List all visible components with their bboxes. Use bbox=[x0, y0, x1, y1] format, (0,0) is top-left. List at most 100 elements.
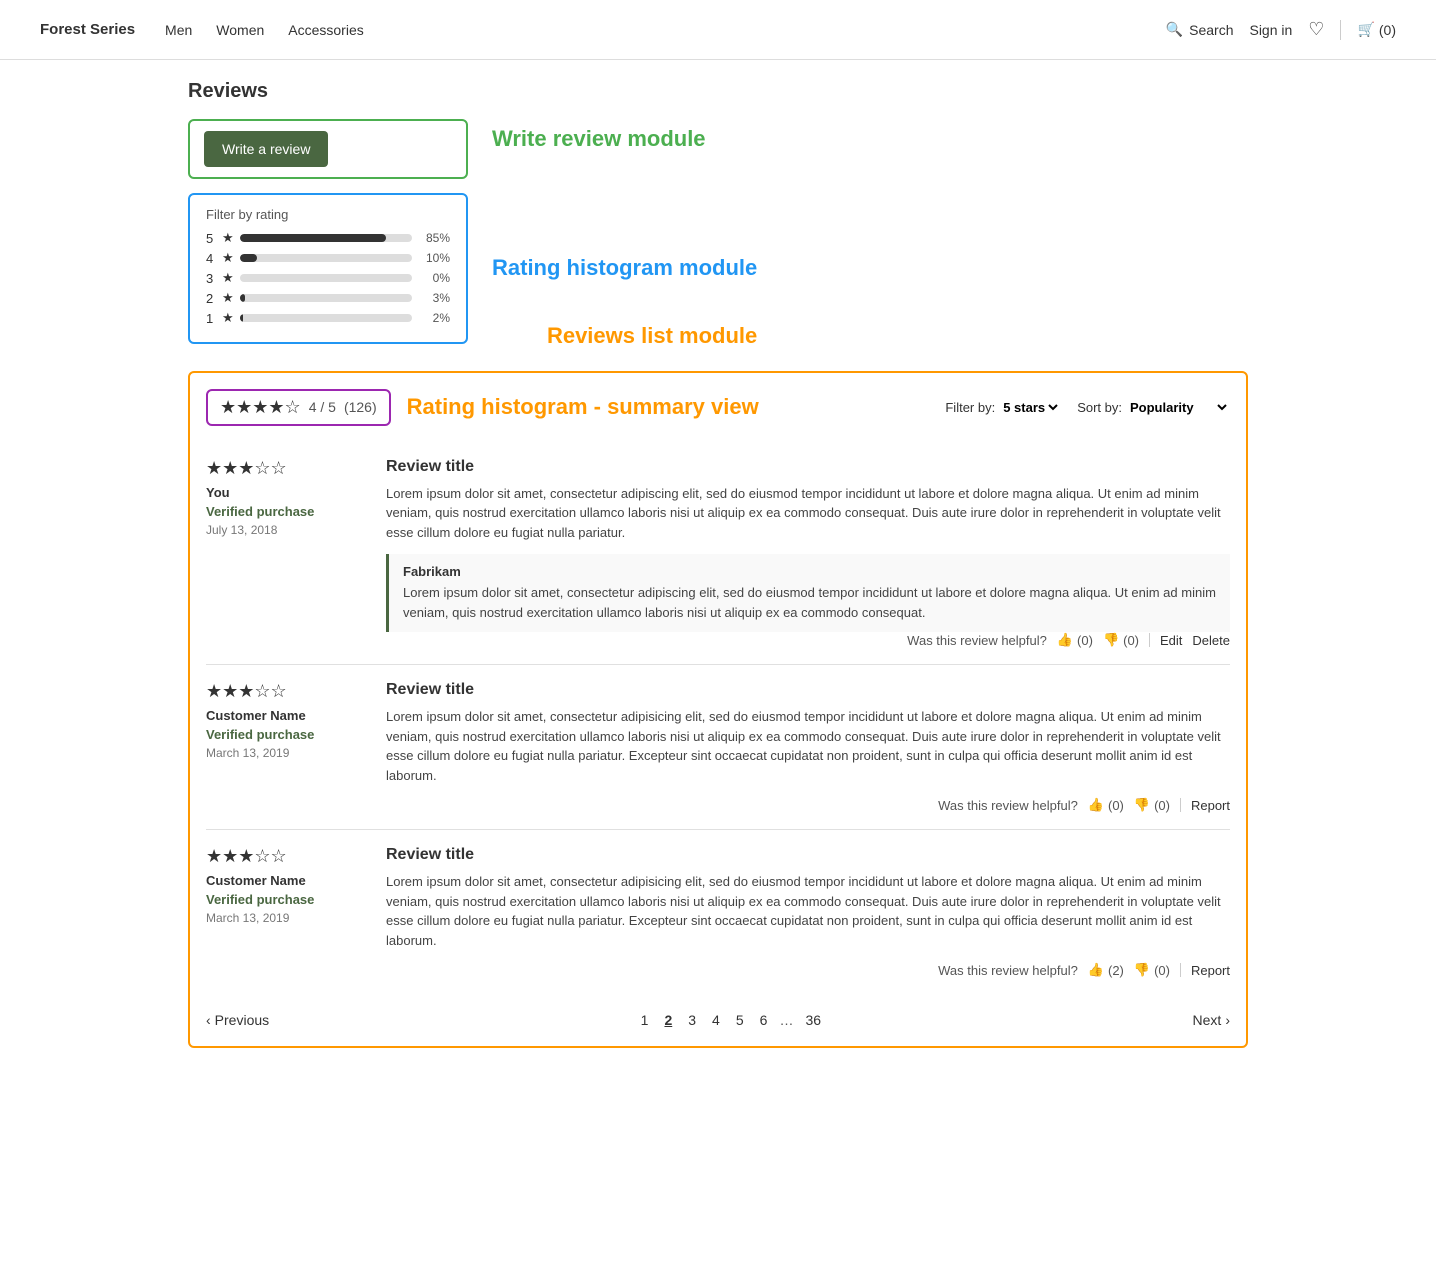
write-review-module: Write a review bbox=[188, 119, 468, 179]
search-label: Search bbox=[1189, 22, 1233, 38]
review-author: Customer Name bbox=[206, 708, 366, 723]
histogram-bar-fill bbox=[240, 294, 245, 302]
nav-right: 🔍 Search Sign in ♡ 🛒 (0) bbox=[1166, 19, 1396, 40]
response-author: Fabrikam bbox=[403, 564, 1216, 579]
navigation: Forest Series Men Women Accessories 🔍 Se… bbox=[0, 0, 1436, 60]
histogram-bar-bg bbox=[240, 314, 412, 322]
thumbs-up-count: (2) bbox=[1108, 963, 1124, 978]
summary-score: 4 / 5 bbox=[309, 399, 336, 415]
thumbs-down-button[interactable]: 👎 (0) bbox=[1134, 962, 1170, 978]
reviews-list-module-label: Reviews list module bbox=[492, 322, 757, 351]
summary-view-label: Rating histogram - summary view bbox=[407, 394, 759, 420]
filter-by-item: Filter by: 5 stars 4 stars 3 stars 2 sta… bbox=[945, 399, 1061, 416]
review-author: Customer Name bbox=[206, 873, 366, 888]
pagination-page-2[interactable]: 2 bbox=[660, 1010, 676, 1030]
cart-button[interactable]: 🛒 (0) bbox=[1357, 21, 1396, 38]
thumbs-down-count: (0) bbox=[1154, 798, 1170, 813]
summary-row: ★★★★☆ 4 / 5 (126) Rating histogram - sum… bbox=[206, 389, 1230, 426]
action-report-link[interactable]: Report bbox=[1191, 798, 1230, 813]
pagination-ellipsis: … bbox=[779, 1012, 793, 1028]
histogram-bar-bg bbox=[240, 294, 412, 302]
star-number: 2 bbox=[206, 291, 216, 306]
chevron-left-icon: ‹ bbox=[206, 1012, 211, 1028]
thumbs-up-button[interactable]: 👍 (2) bbox=[1088, 962, 1124, 978]
pagination-page-3[interactable]: 3 bbox=[684, 1010, 700, 1030]
histogram-row[interactable]: 4 ★ 10% bbox=[206, 250, 450, 266]
thumbs-up-icon: 👍 bbox=[1088, 962, 1104, 978]
histogram-row[interactable]: 5 ★ 85% bbox=[206, 230, 450, 246]
review-item: ★★★☆☆ Customer Name Verified purchase Ma… bbox=[206, 665, 1230, 830]
cart-icon: 🛒 bbox=[1357, 21, 1374, 38]
nav-divider bbox=[1340, 20, 1341, 40]
histogram-bar-bg bbox=[240, 254, 412, 262]
page-title: Reviews bbox=[188, 80, 1248, 103]
summary-count: (126) bbox=[344, 399, 377, 415]
review-verified: Verified purchase bbox=[206, 892, 366, 907]
wishlist-icon[interactable]: ♡ bbox=[1308, 19, 1324, 40]
star-icon: ★ bbox=[222, 250, 234, 266]
histogram-row[interactable]: 2 ★ 3% bbox=[206, 290, 450, 306]
pagination-next-button[interactable]: Next › bbox=[1193, 1012, 1230, 1028]
review-title: Review title bbox=[386, 846, 1230, 864]
histogram-pct: 0% bbox=[418, 271, 450, 285]
histogram-bar-fill bbox=[240, 254, 257, 262]
pagination-page-4[interactable]: 4 bbox=[708, 1010, 724, 1030]
star-icon: ★ bbox=[222, 230, 234, 246]
pagination: ‹ Previous 123456 … 36 Next › bbox=[206, 994, 1230, 1030]
sign-in-button[interactable]: Sign in bbox=[1249, 22, 1292, 38]
left-modules: Write a review Filter by rating 5 ★ 85% … bbox=[188, 119, 468, 344]
thumbs-down-button[interactable]: 👎 (0) bbox=[1103, 632, 1139, 648]
action-divider bbox=[1180, 963, 1181, 977]
histogram-pct: 85% bbox=[418, 231, 450, 245]
filter-by-select[interactable]: 5 stars 4 stars 3 stars 2 stars 1 star A… bbox=[999, 399, 1061, 416]
thumbs-down-count: (0) bbox=[1123, 633, 1139, 648]
review-stars: ★★★☆☆ bbox=[206, 458, 366, 479]
review-verified: Verified purchase bbox=[206, 504, 366, 519]
sort-by-select[interactable]: Popularity Newest Highest rated Lowest r… bbox=[1126, 399, 1230, 416]
review-actions: Was this review helpful? 👍 (0) 👎 (0) Rep… bbox=[386, 797, 1230, 813]
nav-link-women[interactable]: Women bbox=[216, 22, 264, 38]
action-delete-link[interactable]: Delete bbox=[1192, 633, 1230, 648]
pagination-page-5[interactable]: 5 bbox=[732, 1010, 748, 1030]
cart-count: (0) bbox=[1379, 22, 1396, 38]
star-number: 5 bbox=[206, 231, 216, 246]
histogram-pct: 2% bbox=[418, 311, 450, 325]
star-icon: ★ bbox=[222, 310, 234, 326]
action-report-link[interactable]: Report bbox=[1191, 963, 1230, 978]
histogram-row[interactable]: 1 ★ 2% bbox=[206, 310, 450, 326]
thumbs-down-button[interactable]: 👎 (0) bbox=[1134, 797, 1170, 813]
thumbs-up-count: (0) bbox=[1077, 633, 1093, 648]
thumbs-up-button[interactable]: 👍 (0) bbox=[1088, 797, 1124, 813]
thumbs-down-icon: 👎 bbox=[1103, 632, 1119, 648]
histogram-bar-bg bbox=[240, 234, 412, 242]
modules-row: Write a review Filter by rating 5 ★ 85% … bbox=[188, 119, 1248, 351]
write-review-button[interactable]: Write a review bbox=[204, 131, 328, 167]
star-icon: ★ bbox=[222, 270, 234, 286]
review-item: ★★★☆☆ Customer Name Verified purchase Ma… bbox=[206, 830, 1230, 994]
histogram-bar-fill bbox=[240, 314, 243, 322]
review-date: July 13, 2018 bbox=[206, 523, 366, 537]
review-body: Lorem ipsum dolor sit amet, consectetur … bbox=[386, 872, 1230, 950]
review-title: Review title bbox=[386, 681, 1230, 699]
pagination-prev-button[interactable]: ‹ Previous bbox=[206, 1012, 269, 1028]
sort-by-item: Sort by: Popularity Newest Highest rated… bbox=[1077, 399, 1230, 416]
pagination-page-6[interactable]: 6 bbox=[756, 1010, 772, 1030]
review-date: March 13, 2019 bbox=[206, 746, 366, 760]
action-edit-link[interactable]: Edit bbox=[1160, 633, 1182, 648]
review-body: Lorem ipsum dolor sit amet, consectetur … bbox=[386, 707, 1230, 785]
star-number: 4 bbox=[206, 251, 216, 266]
nav-link-men[interactable]: Men bbox=[165, 22, 192, 38]
nav-link-accessories[interactable]: Accessories bbox=[288, 22, 363, 38]
action-divider bbox=[1180, 798, 1181, 812]
reviews-list-module: ★★★★☆ 4 / 5 (126) Rating histogram - sum… bbox=[188, 371, 1248, 1049]
review-author: You bbox=[206, 485, 366, 500]
histogram-row[interactable]: 3 ★ 0% bbox=[206, 270, 450, 286]
nav-search[interactable]: 🔍 Search bbox=[1166, 21, 1234, 38]
pagination-page-1[interactable]: 1 bbox=[637, 1010, 653, 1030]
thumbs-up-button[interactable]: 👍 (0) bbox=[1057, 632, 1093, 648]
write-review-module-label: Write review module bbox=[492, 125, 757, 154]
search-icon: 🔍 bbox=[1166, 21, 1183, 38]
pagination-page-36[interactable]: 36 bbox=[801, 1010, 825, 1030]
review-right: Review title Lorem ipsum dolor sit amet,… bbox=[386, 458, 1230, 649]
star-number: 3 bbox=[206, 271, 216, 286]
